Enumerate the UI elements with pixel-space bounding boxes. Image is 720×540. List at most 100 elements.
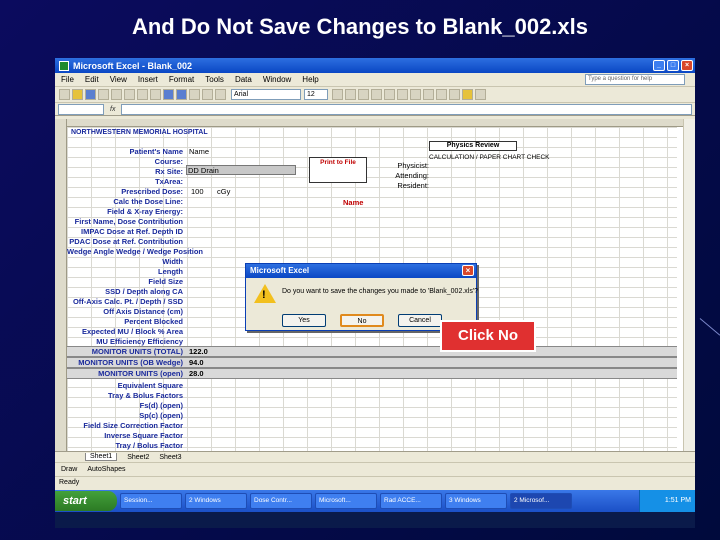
rx-site-value: DD Drain: [188, 166, 219, 175]
tab-sheet1[interactable]: Sheet1: [85, 453, 118, 461]
italic-icon[interactable]: [345, 89, 356, 100]
borders-icon[interactable]: [449, 89, 460, 100]
copy-icon[interactable]: [137, 89, 148, 100]
tab-sheet2[interactable]: Sheet2: [127, 454, 149, 461]
taskbar-item-5[interactable]: Rad ACCE...: [380, 493, 442, 509]
save-icon[interactable]: [85, 89, 96, 100]
cut-icon[interactable]: [124, 89, 135, 100]
row-label-13: MU Efficiency Efficiency: [96, 337, 183, 346]
dose-unit: cGy: [217, 187, 231, 196]
bold-icon[interactable]: [332, 89, 343, 100]
align-center-icon[interactable]: [384, 89, 395, 100]
row-label-8: SSD / Depth along CA: [105, 287, 183, 296]
paste-icon[interactable]: [150, 89, 161, 100]
row-label-3: PDAC Dose at Ref. Contribution: [69, 237, 183, 246]
window-title: Microsoft Excel - Blank_002: [73, 60, 193, 71]
fill-color-icon[interactable]: [462, 89, 473, 100]
font-size-select[interactable]: 12: [304, 89, 328, 100]
patients-name-label: Patient's Name: [129, 147, 183, 156]
sum-icon[interactable]: [189, 89, 200, 100]
decorative-line: [699, 318, 720, 336]
formula-input[interactable]: [121, 103, 692, 115]
taskbar-item-7[interactable]: 2 Microsof...: [510, 493, 572, 509]
new-icon[interactable]: [59, 89, 70, 100]
monitor-label-total: MONITOR UNITS (TOTAL): [91, 347, 183, 356]
row-label-6: Length: [158, 267, 183, 276]
yes-button[interactable]: Yes: [282, 314, 326, 327]
minimize-button[interactable]: _: [653, 60, 665, 71]
menu-window[interactable]: Window: [263, 75, 291, 84]
menu-edit[interactable]: Edit: [85, 75, 99, 84]
menu-insert[interactable]: Insert: [138, 75, 158, 84]
row-label-7: Field Size: [148, 277, 183, 286]
align-left-icon[interactable]: [371, 89, 382, 100]
row-label-12: Expected MU / Block % Area: [81, 327, 183, 336]
merge-icon[interactable]: [410, 89, 421, 100]
tx-area-label: TxArea:: [155, 177, 183, 186]
draw-menu[interactable]: Draw: [61, 466, 77, 473]
bottom-strip: [55, 512, 695, 528]
drawing-toolbar: Draw AutoShapes: [55, 462, 695, 476]
lower-row-5: Field Size Correction Factor: [83, 421, 183, 430]
taskbar-item-6[interactable]: 3 Windows: [445, 493, 507, 509]
start-button[interactable]: start: [55, 491, 117, 511]
tab-sheet3[interactable]: Sheet3: [159, 454, 181, 461]
print-icon[interactable]: [98, 89, 109, 100]
currency-icon[interactable]: [423, 89, 434, 100]
align-right-icon[interactable]: [397, 89, 408, 100]
dialog-close-button[interactable]: ×: [462, 265, 474, 276]
sort-icon[interactable]: [202, 89, 213, 100]
lower-row-7: Tray / Bolus Factor: [115, 441, 183, 450]
autoshapes-menu[interactable]: AutoShapes: [87, 466, 125, 473]
menu-help[interactable]: Help: [302, 75, 318, 84]
excel-screenshot: Microsoft Excel - Blank_002 _ □ × File E…: [55, 58, 695, 528]
fx-icon[interactable]: fx: [110, 106, 115, 113]
field-xray-label: Field & X-ray Energy:: [107, 207, 183, 216]
preview-icon[interactable]: [111, 89, 122, 100]
monitor-label-wedge: MONITOR UNITS (OB Wedge): [78, 358, 183, 367]
prescribed-name-value: Name: [343, 198, 364, 207]
menu-data[interactable]: Data: [235, 75, 252, 84]
course-label: Course:: [154, 157, 183, 166]
taskbar-item-2[interactable]: 2 Windows: [185, 493, 247, 509]
taskbar-item-1[interactable]: Session...: [120, 493, 182, 509]
help-question-box[interactable]: Type a question for help: [585, 74, 685, 85]
taskbar-item-4[interactable]: Microsoft...: [315, 493, 377, 509]
redo-icon[interactable]: [176, 89, 187, 100]
hospital-name: NORTHWESTERN MEMORIAL HOSPITAL: [71, 129, 208, 136]
cancel-button[interactable]: Cancel: [398, 314, 442, 327]
rx-site-label: Rx Site:: [155, 167, 183, 176]
monitor-value-wedge: 94.0: [189, 358, 204, 367]
dialog-title: Microsoft Excel: [250, 266, 310, 275]
row-label-5: Width: [162, 257, 183, 266]
menu-file[interactable]: File: [61, 75, 74, 84]
print-to-file-box[interactable]: Print to File: [309, 157, 367, 183]
close-button[interactable]: ×: [681, 60, 693, 71]
resident-label: Resident:: [397, 181, 429, 190]
no-button[interactable]: No: [340, 314, 384, 327]
menu-view[interactable]: View: [110, 75, 127, 84]
row-label-4: Wedge Angle Wedge / Wedge Position: [67, 247, 203, 256]
underline-icon[interactable]: [358, 89, 369, 100]
prescribed-dose-label: Prescribed Dose:: [121, 187, 183, 196]
maximize-button[interactable]: □: [667, 60, 679, 71]
vertical-scrollbar[interactable]: [683, 119, 695, 451]
calc-dose-line-label: Calc the Dose Line:: [113, 197, 183, 206]
sheet-tabs: Sheet1 Sheet2 Sheet3: [55, 451, 695, 462]
monitor-value-open: 28.0: [189, 369, 204, 378]
percent-icon[interactable]: [436, 89, 447, 100]
open-icon[interactable]: [72, 89, 83, 100]
physics-review-header: Physics Review: [429, 141, 517, 151]
chart-icon[interactable]: [215, 89, 226, 100]
undo-icon[interactable]: [163, 89, 174, 100]
patient-name-value: Name: [189, 147, 210, 156]
formula-bar: fx: [55, 103, 695, 116]
monitor-label-open: MONITOR UNITS (open): [98, 369, 183, 378]
menu-tools[interactable]: Tools: [205, 75, 224, 84]
font-color-icon[interactable]: [475, 89, 486, 100]
font-select[interactable]: Arial: [231, 89, 301, 100]
taskbar-item-3[interactable]: Dose Contr...: [250, 493, 312, 509]
name-box[interactable]: [58, 103, 104, 115]
menu-bar: File Edit View Insert Format Tools Data …: [55, 73, 695, 87]
menu-format[interactable]: Format: [169, 75, 194, 84]
